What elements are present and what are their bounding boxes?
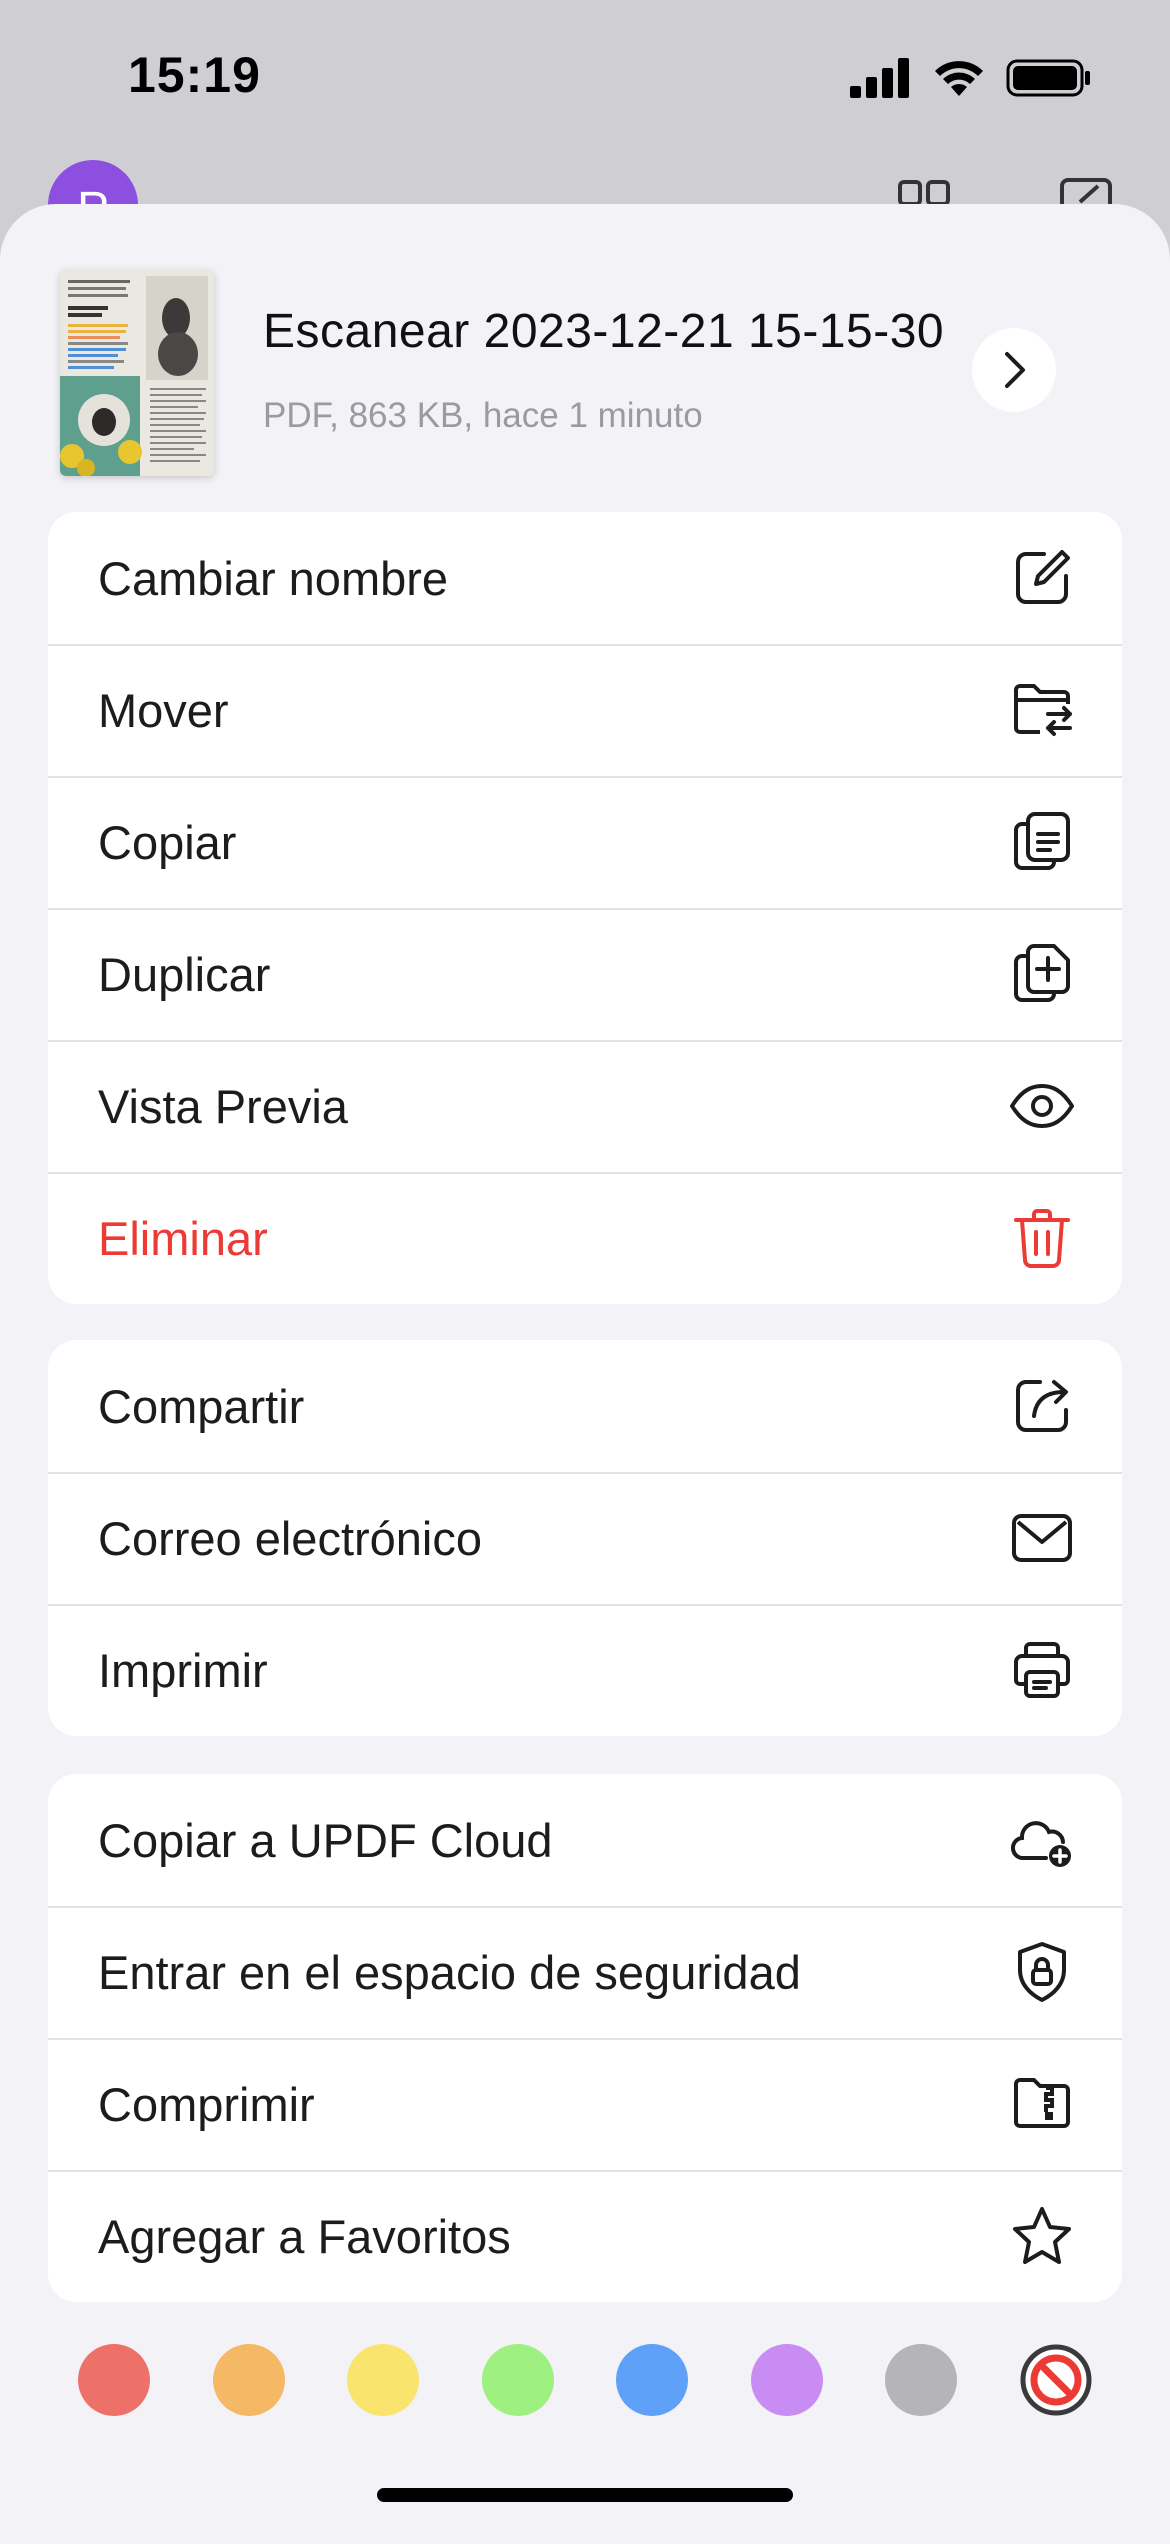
rename-label: Cambiar nombre bbox=[98, 551, 449, 605]
tag-none[interactable] bbox=[1020, 2344, 1092, 2416]
move-label: Mover bbox=[98, 683, 229, 737]
file-title: Escanear 2023-12-21 15-15-30 bbox=[263, 305, 945, 358]
copy-to-cloud-label: Copiar a UPDF Cloud bbox=[98, 1813, 553, 1867]
duplicate-icon bbox=[1008, 940, 1076, 1008]
wifi-icon bbox=[935, 61, 983, 96]
tag-red[interactable] bbox=[78, 2344, 150, 2416]
print-label: Imprimir bbox=[98, 1643, 268, 1697]
cellular-signal-icon bbox=[850, 58, 909, 98]
tag-green[interactable] bbox=[482, 2344, 554, 2416]
actions-group-share: Compartir Correo electrónico Imprimir bbox=[48, 1340, 1122, 1736]
mail-icon bbox=[1008, 1504, 1076, 1572]
delete-button[interactable]: Eliminar bbox=[48, 1172, 1122, 1304]
secure-space-label: Entrar en el espacio de seguridad bbox=[98, 1945, 801, 1999]
compress-button[interactable]: Comprimir bbox=[48, 2038, 1122, 2170]
share-label: Compartir bbox=[98, 1379, 305, 1433]
email-label: Correo electrónico bbox=[98, 1511, 483, 1565]
zip-icon bbox=[1008, 2070, 1076, 2138]
file-thumbnail bbox=[60, 270, 214, 476]
star-icon bbox=[1008, 2202, 1076, 2270]
compress-label: Comprimir bbox=[98, 2077, 315, 2131]
file-header[interactable]: Escanear 2023-12-21 15-15-30 PDF, 863 KB… bbox=[0, 204, 1170, 504]
actions-group-file: Cambiar nombre Mover Copiar Duplicar Vis… bbox=[48, 512, 1122, 1304]
tag-purple[interactable] bbox=[751, 2344, 823, 2416]
actions-group-more: Copiar a UPDF Cloud Entrar en el espacio… bbox=[48, 1774, 1122, 2302]
copy-button[interactable]: Copiar bbox=[48, 776, 1122, 908]
cloud-add-icon bbox=[1008, 1806, 1076, 1874]
printer-icon bbox=[1008, 1636, 1076, 1704]
tag-blue[interactable] bbox=[616, 2344, 688, 2416]
share-button[interactable]: Compartir bbox=[48, 1340, 1122, 1472]
duplicate-label: Duplicar bbox=[98, 947, 271, 1001]
file-details-button[interactable] bbox=[972, 328, 1056, 412]
status-bar: 15:19 bbox=[0, 0, 1170, 150]
file-actions-sheet: Escanear 2023-12-21 15-15-30 PDF, 863 KB… bbox=[0, 204, 1170, 2544]
add-favorites-button[interactable]: Agregar a Favoritos bbox=[48, 2170, 1122, 2302]
tag-yellow[interactable] bbox=[347, 2344, 419, 2416]
chevron-right-icon bbox=[1005, 352, 1025, 388]
color-tag-picker bbox=[0, 2320, 1170, 2440]
home-indicator[interactable] bbox=[377, 2488, 793, 2502]
rename-icon bbox=[1008, 544, 1076, 612]
preview-button[interactable]: Vista Previa bbox=[48, 1040, 1122, 1172]
rename-button[interactable]: Cambiar nombre bbox=[48, 512, 1122, 644]
share-icon bbox=[1008, 1372, 1076, 1440]
shield-lock-icon bbox=[1008, 1938, 1076, 2006]
copy-to-cloud-button[interactable]: Copiar a UPDF Cloud bbox=[48, 1774, 1122, 1906]
file-meta: PDF, 863 KB, hace 1 minuto bbox=[263, 396, 703, 435]
copy-icon bbox=[1008, 808, 1076, 876]
status-time: 15:19 bbox=[128, 47, 261, 103]
no-tag-icon bbox=[1020, 2344, 1092, 2416]
tag-gray[interactable] bbox=[885, 2344, 957, 2416]
eye-icon bbox=[1008, 1072, 1076, 1140]
move-folder-icon bbox=[1008, 676, 1076, 744]
status-icons bbox=[850, 54, 1092, 102]
add-favorites-label: Agregar a Favoritos bbox=[98, 2209, 511, 2263]
duplicate-button[interactable]: Duplicar bbox=[48, 908, 1122, 1040]
battery-icon bbox=[1006, 59, 1090, 97]
move-button[interactable]: Mover bbox=[48, 644, 1122, 776]
trash-icon bbox=[1008, 1204, 1076, 1272]
tag-orange[interactable] bbox=[213, 2344, 285, 2416]
document-preview-icon bbox=[60, 270, 214, 476]
secure-space-button[interactable]: Entrar en el espacio de seguridad bbox=[48, 1906, 1122, 2038]
preview-label: Vista Previa bbox=[98, 1079, 348, 1133]
copy-label: Copiar bbox=[98, 815, 237, 869]
print-button[interactable]: Imprimir bbox=[48, 1604, 1122, 1736]
delete-label: Eliminar bbox=[98, 1211, 268, 1265]
email-button[interactable]: Correo electrónico bbox=[48, 1472, 1122, 1604]
